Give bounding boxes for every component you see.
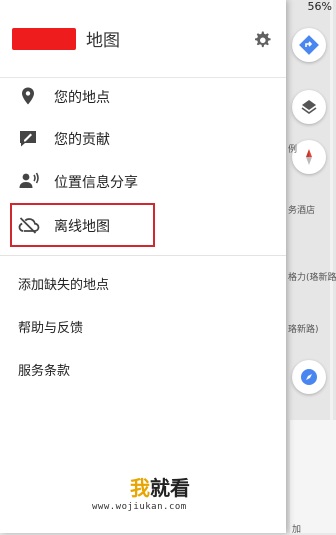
menu-item-your-contributions[interactable]: 您的贡献 [0, 118, 286, 158]
menu-item-help-feedback[interactable]: 帮助与反馈 [18, 317, 83, 336]
compass-icon [306, 149, 312, 165]
navigation-drawer: 地图 您的地点 您的贡献 位置信息分享 离线地图 添加缺失的地点 帮助与反馈 服… [0, 0, 286, 533]
battery-status: 56% [307, 0, 332, 13]
location-pin-icon [22, 87, 34, 105]
directions-button[interactable] [292, 28, 326, 62]
map-bottom-panel [290, 420, 336, 533]
map-label: 务酒店 [288, 206, 316, 216]
drawer-header: 地图 [0, 0, 286, 78]
menu-item-label: 位置信息分享 [54, 175, 138, 191]
account-name-redacted [12, 28, 76, 50]
menu-item-location-sharing[interactable]: 位置信息分享 [0, 161, 286, 201]
map-label: 珞新路) [288, 325, 319, 335]
watermark-url: www.wojiukan.com [92, 502, 187, 512]
highlight-annotation-box [10, 203, 155, 247]
layers-button[interactable] [292, 90, 326, 124]
map-label: 例 [288, 145, 298, 155]
watermark-brand: 我就看 [130, 472, 190, 501]
menu-item-label: 您的贡献 [54, 132, 110, 148]
map-label: 格力(珞新路 [288, 273, 336, 283]
menu-item-add-missing-place[interactable]: 添加缺失的地点 [18, 274, 109, 293]
menu-item-terms-of-service[interactable]: 服务条款 [18, 360, 70, 379]
map-label: 加 [292, 525, 302, 535]
watermark-brand-accent: 我 [130, 476, 150, 500]
directions-icon [299, 35, 319, 55]
settings-gear-icon[interactable] [252, 30, 272, 50]
explore-button[interactable] [292, 360, 326, 394]
explore-icon [301, 369, 317, 385]
menu-item-your-places[interactable]: 您的地点 [0, 76, 286, 116]
contribution-icon [20, 131, 36, 147]
location-sharing-icon [19, 172, 39, 188]
watermark-brand-rest: 就看 [150, 476, 190, 500]
menu-item-label: 您的地点 [54, 90, 110, 106]
layers-icon [301, 100, 317, 114]
app-title: 地图 [86, 31, 120, 51]
compass-button[interactable] [292, 140, 326, 174]
menu-divider [0, 255, 286, 256]
watermark: 我就看 www.wojiukan.com [40, 470, 270, 520]
